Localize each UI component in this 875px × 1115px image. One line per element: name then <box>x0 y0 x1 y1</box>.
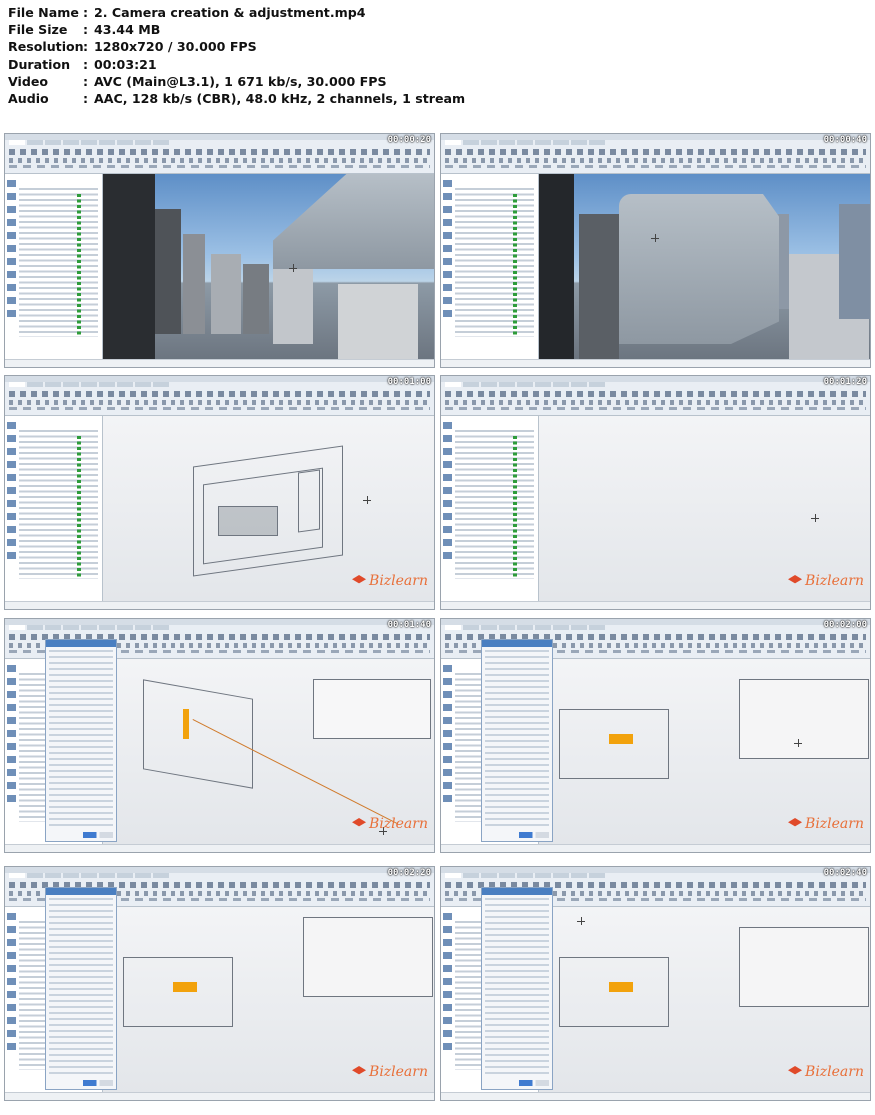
info-row-video: Video : AVC (Main@L3.1), 1 671 kb/s, 30.… <box>8 73 868 90</box>
camera-dialog[interactable] <box>481 887 553 1090</box>
crosshair-icon <box>289 264 297 272</box>
info-colon: : <box>83 5 89 21</box>
timestamp-label: 00:01:00 <box>387 377 431 387</box>
info-value: AAC, 128 kb/s (CBR), 48.0 kHz, 2 channel… <box>94 91 466 107</box>
graphics-viewport[interactable]: Bizlearn <box>539 659 870 844</box>
brand-name: Bizlearn <box>369 816 428 832</box>
crosshair-icon <box>363 496 371 504</box>
info-colon: : <box>83 91 89 107</box>
nx-ribbon-toolbar <box>441 376 870 416</box>
brand-name: Bizlearn <box>369 573 428 589</box>
part-navigator <box>441 416 539 601</box>
timestamp-label: 00:00:40 <box>823 135 867 145</box>
status-bar <box>5 1092 434 1100</box>
info-colon: : <box>83 56 89 72</box>
thumbnail-5[interactable]: 00:01:40 Bizlearn <box>4 618 435 853</box>
info-key: Duration <box>8 56 71 72</box>
status-bar <box>5 844 434 852</box>
info-key: File Name <box>8 5 79 21</box>
part-navigator <box>441 174 539 359</box>
crosshair-icon <box>794 739 802 747</box>
thumbnail-7[interactable]: 00:02:20 Bizlearn <box>4 866 435 1101</box>
status-bar <box>441 601 870 609</box>
info-key: File Size <box>8 22 68 38</box>
info-key: Video <box>8 73 49 89</box>
brand-name: Bizlearn <box>369 1064 428 1080</box>
status-bar <box>441 359 870 367</box>
info-value: 43.44 MB <box>94 22 161 38</box>
timestamp-label: 00:01:20 <box>823 377 867 387</box>
graphics-viewport[interactable]: Bizlearn <box>103 416 434 601</box>
graduation-cap-icon <box>788 1066 803 1075</box>
info-row-file-name: File Name : 2. Camera creation & adjustm… <box>8 4 868 21</box>
thumbnail-3[interactable]: 00:01:00 Bizlearn <box>4 375 435 610</box>
camera-dialog[interactable] <box>481 639 553 842</box>
graphics-viewport[interactable] <box>539 174 870 359</box>
crosshair-icon <box>577 917 585 925</box>
timestamp-label: 00:02:00 <box>823 620 867 630</box>
graphics-viewport[interactable] <box>103 174 434 359</box>
thumbnail-4[interactable]: 00:01:20 Bizlearn <box>440 375 871 610</box>
thumbnail-8[interactable]: 00:02:40 Bizlearn <box>440 866 871 1101</box>
info-value: 1280x720 / 30.000 FPS <box>94 39 257 55</box>
thumbnail-6[interactable]: 00:02:00 Bizlearn <box>440 618 871 853</box>
graphics-viewport[interactable]: Bizlearn <box>103 907 434 1092</box>
status-bar <box>441 1092 870 1100</box>
info-row-audio: Audio : AAC, 128 kb/s (CBR), 48.0 kHz, 2… <box>8 90 868 107</box>
timestamp-label: 00:01:40 <box>387 620 431 630</box>
camera-dialog[interactable] <box>45 887 117 1090</box>
status-bar <box>441 844 870 852</box>
brand-name: Bizlearn <box>805 573 864 589</box>
info-key: Resolution <box>8 39 84 55</box>
nx-ribbon-toolbar <box>5 134 434 174</box>
status-bar <box>5 359 434 367</box>
brand-logo: Bizlearn <box>788 1064 864 1080</box>
graphics-viewport[interactable]: Bizlearn <box>539 416 870 601</box>
info-colon: : <box>83 22 89 38</box>
info-row-duration: Duration : 00:03:21 <box>8 56 868 73</box>
brand-name: Bizlearn <box>805 1064 864 1080</box>
camera-dialog[interactable] <box>45 639 117 842</box>
graduation-cap-icon <box>352 818 367 827</box>
brand-logo: Bizlearn <box>352 1064 428 1080</box>
timestamp-label: 00:02:20 <box>387 868 431 878</box>
graduation-cap-icon <box>352 1066 367 1075</box>
thumbnail-1[interactable]: 00:00:20 <box>4 133 435 368</box>
dialog-buttons[interactable] <box>83 832 113 838</box>
info-value: AVC (Main@L3.1), 1 671 kb/s, 30.000 FPS <box>94 73 387 89</box>
status-bar <box>5 601 434 609</box>
graduation-cap-icon <box>788 818 803 827</box>
timestamp-label: 00:02:40 <box>823 868 867 878</box>
part-navigator <box>5 416 103 601</box>
brand-name: Bizlearn <box>805 816 864 832</box>
nx-ribbon-toolbar <box>441 134 870 174</box>
info-colon: : <box>83 73 89 89</box>
part-navigator <box>5 174 103 359</box>
media-info-panel: File Name : 2. Camera creation & adjustm… <box>8 4 868 107</box>
info-key: Audio <box>8 91 49 107</box>
info-row-resolution: Resolution : 1280x720 / 30.000 FPS <box>8 38 868 55</box>
crosshair-icon <box>651 234 659 242</box>
thumbnail-2[interactable]: 00:00:40 <box>440 133 871 368</box>
dialog-buttons[interactable] <box>519 832 549 838</box>
crosshair-icon <box>811 514 819 522</box>
dialog-buttons[interactable] <box>519 1080 549 1086</box>
brand-logo: Bizlearn <box>352 573 428 589</box>
brand-logo: Bizlearn <box>788 573 864 589</box>
info-value: 00:03:21 <box>94 56 157 72</box>
nx-ribbon-toolbar <box>5 376 434 416</box>
graphics-viewport[interactable]: Bizlearn <box>539 907 870 1092</box>
info-value: 2. Camera creation & adjustment.mp4 <box>94 5 366 21</box>
brand-logo: Bizlearn <box>352 816 428 832</box>
dialog-buttons[interactable] <box>83 1080 113 1086</box>
graduation-cap-icon <box>788 575 803 584</box>
brand-logo: Bizlearn <box>788 816 864 832</box>
timestamp-label: 00:00:20 <box>387 135 431 145</box>
info-row-file-size: File Size : 43.44 MB <box>8 21 868 38</box>
graphics-viewport[interactable]: Bizlearn <box>103 659 434 844</box>
info-colon: : <box>83 39 89 55</box>
graduation-cap-icon <box>352 575 367 584</box>
